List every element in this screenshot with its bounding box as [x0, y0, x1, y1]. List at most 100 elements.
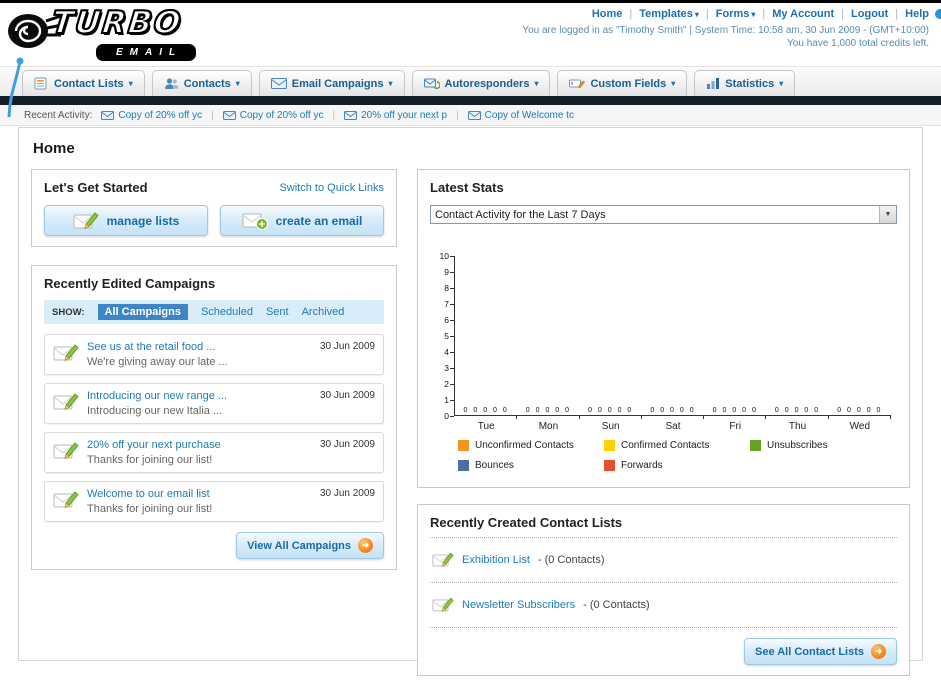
top-link-label: Templates: [639, 8, 693, 20]
chart-plot: 0 0 0 0 0 Tue 0 0 0 0 0 Mon 0 0 0 0 0 Sun 0 0 …: [454, 256, 892, 432]
y-axis-tick-label: 1: [444, 395, 454, 405]
activity-link[interactable]: 20% off your next p: [361, 110, 447, 121]
create-email-button[interactable]: create an email: [220, 205, 384, 236]
legend-item: Unsubscribes: [750, 440, 896, 451]
recent-contact-lists-title: Recently Created Contact Lists: [430, 515, 623, 530]
logo-antenna: [7, 57, 24, 118]
chevron-down-icon: ▾: [534, 79, 539, 88]
edit-campaign-icon: [53, 393, 79, 411]
tab-archived[interactable]: Archived: [302, 306, 345, 318]
nav-contacts[interactable]: Contacts ▾: [151, 70, 252, 96]
nav-label: Autoresponders: [444, 77, 530, 90]
top-link-my-account[interactable]: My Account: [772, 8, 834, 20]
activity-link[interactable]: Copy of Welcome tc: [485, 110, 574, 121]
top-link-templates[interactable]: Templates ▾: [639, 8, 699, 20]
x-axis-tick-label: Fri: [729, 421, 742, 432]
contact-lists-icon: [34, 77, 47, 90]
contact-count: - (0 Contacts): [583, 599, 650, 611]
content-frame: Home Let's Get Started Switch to Quick L…: [18, 127, 923, 676]
x-axis-tick-label: Sat: [665, 421, 681, 432]
chart-day-column: 0 0 0 0 0 Mon: [517, 256, 580, 432]
contact-list-link[interactable]: Newsletter Subscribers: [462, 599, 575, 611]
see-all-contact-lists-button[interactable]: See All Contact Lists ➜: [743, 638, 897, 665]
activity-link[interactable]: Copy of 20% off yc: [118, 110, 202, 121]
edit-campaign-icon: [53, 491, 79, 509]
nav-label: Contacts: [183, 77, 231, 90]
top-link-forms[interactable]: Forms ▾: [716, 8, 756, 20]
activity-item: 20% off your next p: [344, 110, 447, 121]
campaign-title-link[interactable]: Welcome to our email list: [87, 488, 312, 500]
view-all-campaigns-button[interactable]: View All Campaigns ➜: [236, 532, 384, 559]
stats-period-select[interactable]: Contact Activity for the Last 7 Days ▼: [430, 205, 897, 224]
activity-link[interactable]: Copy of 20% off yc: [240, 110, 324, 121]
campaign-date: 30 Jun 2009: [319, 341, 375, 352]
campaign-list-item: Welcome to our email list Thanks for joi…: [44, 481, 384, 522]
y-axis-tick-label: 0: [444, 411, 454, 421]
edit-campaign-icon: [53, 344, 79, 362]
edit-list-icon: [432, 597, 454, 612]
button-label: See All Contact Lists: [754, 645, 864, 658]
recent-activity-bar: Recent Activity: Copy of 20% off yc Copy…: [0, 105, 941, 126]
top-link-logout[interactable]: Logout: [851, 8, 888, 20]
legend-swatch: [458, 460, 469, 471]
top-link-help[interactable]: Help: [905, 8, 929, 20]
email-icon: [344, 110, 358, 120]
contact-list-item: Exhibition List - (0 Contacts): [430, 545, 897, 575]
header: TURBO EMAIL Home Templates▾ Forms▾ My Ac…: [0, 3, 941, 118]
tab-all-campaigns[interactable]: All Campaigns: [97, 304, 188, 320]
dropdown-arrow-icon: ▼: [879, 206, 896, 223]
separator: [706, 8, 709, 20]
separator: [629, 8, 632, 20]
nav-label: Contact Lists: [54, 77, 124, 90]
legend-label: Confirmed Contacts: [621, 440, 710, 451]
campaign-list-item: Introducing our new range ... Introducin…: [44, 383, 384, 424]
y-axis-tick-label: 3: [444, 363, 454, 373]
nav-email-campaigns[interactable]: Email Campaigns ▾: [258, 70, 405, 96]
chart-value-labels: 0 0 0 0 0: [525, 407, 572, 414]
contact-list-link[interactable]: Exhibition List: [462, 554, 530, 566]
nav-statistics[interactable]: Statistics ▾: [694, 70, 796, 96]
chevron-down-icon: ▾: [235, 79, 240, 88]
campaign-date: 30 Jun 2009: [319, 390, 375, 401]
y-axis-tick-label: 9: [444, 267, 454, 277]
manage-lists-button[interactable]: manage lists: [44, 205, 208, 236]
nav-custom-fields[interactable]: Custom Fields ▾: [557, 70, 688, 96]
envelope-plus-icon: [242, 213, 268, 230]
selected-period: Contact Activity for the Last 7 Days: [435, 208, 606, 221]
arrow-right-icon: ➜: [871, 644, 886, 659]
separator: [841, 8, 844, 20]
chart-value-labels: 0 0 0 0 0: [774, 407, 821, 414]
campaign-title-link[interactable]: Introducing our new range ...: [87, 390, 312, 402]
switch-to-quick-links[interactable]: Switch to Quick Links: [279, 182, 384, 194]
campaign-title-link[interactable]: 20% off your next purchase: [87, 439, 312, 451]
legend-swatch: [750, 440, 761, 451]
chevron-down-icon: ▾: [779, 79, 784, 88]
legend-label: Unsubscribes: [767, 440, 828, 451]
top-link-home[interactable]: Home: [592, 8, 623, 20]
campaign-title-link[interactable]: See us at the retail food ...: [87, 341, 312, 353]
tab-scheduled[interactable]: Scheduled: [201, 306, 253, 318]
x-axis-tick-label: Tue: [477, 421, 495, 432]
y-axis-tick-label: 2: [444, 379, 454, 389]
edit-campaign-icon: [53, 442, 79, 460]
y-axis-tick-label: 10: [439, 251, 455, 261]
tab-sent[interactable]: Sent: [266, 306, 289, 318]
chevron-down-icon: ▾: [694, 9, 699, 19]
separator: [456, 110, 459, 121]
email-icon: [467, 110, 481, 120]
campaign-subtitle: Thanks for joining our list!: [87, 503, 213, 515]
campaign-list-item: 20% off your next purchase Thanks for jo…: [44, 432, 384, 473]
chart-day-column: 0 0 0 0 0 Tue: [455, 256, 518, 432]
campaign-list-item: See us at the retail food ... We're givi…: [44, 334, 384, 375]
legend-swatch: [604, 440, 615, 451]
legend-label: Forwards: [621, 460, 663, 471]
button-label: create an email: [275, 213, 363, 228]
nav-autoresponders[interactable]: Autoresponders ▾: [411, 70, 551, 96]
edit-list-icon: [432, 552, 454, 567]
activity-item: Copy of 20% off yc: [222, 110, 324, 121]
top-link-label: Forms: [715, 8, 750, 20]
nav-contact-lists[interactable]: Contact Lists ▾: [22, 70, 145, 96]
x-axis-tick-label: Wed: [849, 421, 871, 432]
y-axis-tick-label: 7: [444, 299, 454, 309]
nav-label: Custom Fields: [590, 77, 667, 90]
